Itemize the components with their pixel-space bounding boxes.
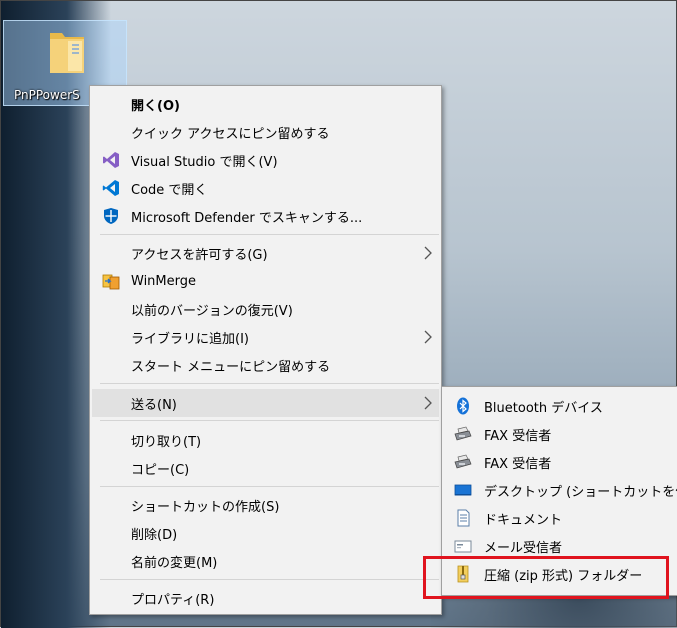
menu-item-open-visual-studio[interactable]: Visual Studio で開く(V) [92, 146, 439, 174]
menu-item-label: Visual Studio で開く(V) [131, 154, 278, 170]
menu-separator [100, 486, 439, 487]
sendto-item-label: FAX 受信者 [484, 456, 552, 472]
menu-item-label: アクセスを許可する(G) [131, 247, 268, 263]
sendto-item-bluetooth[interactable]: Bluetooth デバイス [444, 392, 675, 420]
sendto-item-desktop[interactable]: デスクトップ (ショートカットを作成) [444, 476, 677, 504]
context-menu: 開く(O) クイック アクセスにピン留めする Visual Studio で開く… [89, 85, 442, 615]
menu-item-label: クイック アクセスにピン留めする [131, 126, 330, 142]
sendto-item-label: Bluetooth デバイス [484, 400, 603, 416]
sendto-item-label: メール受信者 [484, 540, 563, 556]
highlight-annotation-box [423, 556, 669, 599]
menu-item-label: プロパティ(R) [131, 592, 215, 608]
menu-item-label: 送る(N) [131, 397, 177, 413]
document-icon [457, 509, 470, 527]
menu-item-winmerge[interactable]: WinMerge [92, 267, 439, 295]
menu-item-label: 以前のバージョンの復元(V) [131, 303, 293, 319]
menu-separator [100, 234, 439, 235]
menu-item-label: 削除(D) [131, 527, 178, 543]
menu-item-delete[interactable]: 削除(D) [92, 519, 439, 547]
menu-item-label: 切り取り(T) [131, 434, 202, 450]
sendto-item-label: FAX 受信者 [484, 428, 552, 444]
menu-item-grant-access[interactable]: アクセスを許可する(G) [92, 239, 439, 267]
menu-item-label: コピー(C) [131, 462, 190, 478]
menu-item-label: WinMerge [131, 273, 196, 289]
fax-icon [454, 454, 472, 469]
winmerge-icon [102, 274, 120, 290]
menu-item-label: 名前の変更(M) [131, 555, 218, 571]
sendto-item-label: デスクトップ (ショートカットを作成) [484, 484, 677, 500]
menu-item-restore-previous[interactable]: 以前のバージョンの復元(V) [92, 295, 439, 323]
menu-separator [100, 383, 439, 384]
menu-item-send-to[interactable]: 送る(N) [92, 389, 439, 417]
bluetooth-icon [457, 397, 469, 415]
chevron-right-icon [424, 246, 432, 260]
menu-item-label: Code で開く [131, 182, 208, 198]
menu-item-label: ライブラリに追加(I) [131, 331, 249, 347]
menu-item-label: 開く(O) [131, 98, 180, 114]
sendto-item-fax-1[interactable]: FAX 受信者 [444, 420, 675, 448]
menu-item-properties[interactable]: プロパティ(R) [92, 584, 439, 612]
sendto-item-label: ドキュメント [484, 512, 563, 528]
menu-item-pin-quick-access[interactable]: クイック アクセスにピン留めする [92, 118, 439, 146]
menu-separator [100, 579, 439, 580]
folder-icon [50, 33, 84, 73]
desktop-icon [454, 484, 472, 496]
chevron-right-icon [424, 330, 432, 344]
menu-item-label: ショートカットの作成(S) [131, 499, 280, 515]
menu-separator [100, 420, 439, 421]
fax-icon [454, 426, 472, 441]
chevron-right-icon [424, 396, 432, 410]
menu-item-defender-scan[interactable]: Microsoft Defender でスキャンする... [92, 202, 439, 230]
menu-item-add-to-library[interactable]: ライブラリに追加(I) [92, 323, 439, 351]
menu-item-rename[interactable]: 名前の変更(M) [92, 547, 439, 575]
menu-item-open-code[interactable]: Code で開く [92, 174, 439, 202]
menu-item-label: Microsoft Defender でスキャンする... [131, 210, 363, 226]
menu-item-create-shortcut[interactable]: ショートカットの作成(S) [92, 491, 439, 519]
mail-icon [454, 540, 472, 553]
sendto-item-documents[interactable]: ドキュメント [444, 504, 675, 532]
defender-shield-icon [104, 208, 118, 224]
menu-item-label: スタート メニューにピン留めする [131, 359, 331, 375]
vscode-icon [102, 180, 119, 196]
sendto-item-fax-2[interactable]: FAX 受信者 [444, 448, 675, 476]
menu-item-copy[interactable]: コピー(C) [92, 454, 439, 482]
visual-studio-icon [103, 152, 119, 168]
menu-item-pin-start[interactable]: スタート メニューにピン留めする [92, 351, 439, 379]
menu-item-cut[interactable]: 切り取り(T) [92, 426, 439, 454]
menu-item-open[interactable]: 開く(O) [92, 90, 439, 118]
